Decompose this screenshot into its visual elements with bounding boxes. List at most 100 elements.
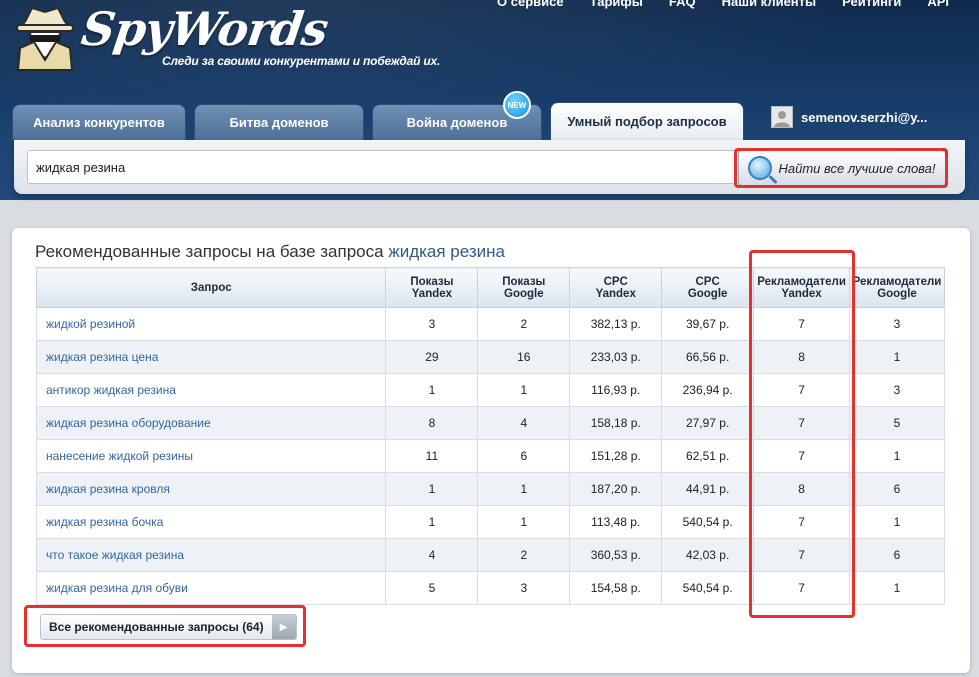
new-badge: NEW <box>503 91 531 119</box>
table-row: что такое жидкая резина 4 2 360,53 р. 42,03 … <box>35 538 945 572</box>
cell-impressions-google: 1 <box>477 505 571 539</box>
nav-pricing[interactable]: Тарифы <box>590 0 643 9</box>
cell-cpc-google: 42,03 р. <box>661 538 755 572</box>
column-header-impressions-yandex[interactable]: Показы Yandex <box>385 267 479 308</box>
nav-clients[interactable]: Наши клиенты <box>722 0 817 9</box>
cell-impressions-google: 4 <box>477 406 571 440</box>
results-panel: Рекомендованные запросы на базе запроса … <box>12 228 970 673</box>
username: semenov.serzhi@y... <box>801 109 928 125</box>
cell-impressions-yandex: 1 <box>385 472 479 506</box>
column-header-cpc-google[interactable]: CPC Google <box>661 267 755 308</box>
tab-competitor-analysis[interactable]: Анализ конкурентов <box>12 104 186 140</box>
cell-advertisers-yandex: 7 <box>753 571 851 605</box>
table-row: жидкая резина цена 29 16 233,03 р. 66,56 р. 8… <box>35 340 945 374</box>
cell-query[interactable]: что такое жидкая резина <box>35 538 387 572</box>
table-header-row: Запрос Показы Yandex Показы Google CPC Yand… <box>35 267 945 308</box>
nav-faq[interactable]: FAQ <box>669 0 696 9</box>
cell-cpc-yandex: 360,53 р. <box>569 538 663 572</box>
tab-smart-query-selection[interactable]: Умный подбор запросов <box>550 102 744 140</box>
table-row: жидкая резина оборудование 8 4 158,18 р. 27,… <box>35 406 945 440</box>
cell-advertisers-google: 6 <box>849 538 945 572</box>
results-table: Запрос Показы Yandex Показы Google CPC Yand… <box>35 267 945 605</box>
cell-cpc-yandex: 382,13 р. <box>569 307 663 341</box>
cell-advertisers-google: 1 <box>849 505 945 539</box>
cell-advertisers-google: 3 <box>849 373 945 407</box>
cell-impressions-google: 2 <box>477 307 571 341</box>
tab-domain-war-label: Война доменов <box>406 115 508 130</box>
cell-advertisers-google: 1 <box>849 571 945 605</box>
spy-logo-icon[interactable] <box>14 4 76 72</box>
cell-cpc-yandex: 158,18 р. <box>569 406 663 440</box>
cell-advertisers-yandex: 7 <box>753 439 851 473</box>
cell-impressions-yandex: 3 <box>385 307 479 341</box>
cell-advertisers-yandex: 7 <box>753 307 851 341</box>
cell-impressions-yandex: 8 <box>385 406 479 440</box>
cell-advertisers-yandex: 7 <box>753 373 851 407</box>
nav-api[interactable]: API <box>927 0 949 9</box>
cell-cpc-google: 540,54 р. <box>661 505 755 539</box>
cell-query[interactable]: жидкая резина цена <box>35 340 387 374</box>
cell-advertisers-google: 3 <box>849 307 945 341</box>
results-title-query[interactable]: жидкая резина <box>388 242 505 261</box>
cell-cpc-google: 39,67 р. <box>661 307 755 341</box>
all-recommended-queries-label: Все рекомендованные запросы (64) <box>41 615 272 639</box>
cell-impressions-google: 2 <box>477 538 571 572</box>
cell-cpc-yandex: 187,20 р. <box>569 472 663 506</box>
main-tabs: Анализ конкурентов Битва доменов Война д… <box>12 91 744 140</box>
cell-cpc-yandex: 154,58 р. <box>569 571 663 605</box>
tab-domain-war[interactable]: Война доменов NEW <box>372 91 542 140</box>
cell-advertisers-google: 5 <box>849 406 945 440</box>
cell-advertisers-yandex: 8 <box>753 472 851 506</box>
cell-cpc-google: 236,94 р. <box>661 373 755 407</box>
cell-cpc-yandex: 113,48 р. <box>569 505 663 539</box>
magnifier-icon <box>748 156 773 180</box>
cell-impressions-google: 3 <box>477 571 571 605</box>
table-row: антикор жидкая резина 1 1 116,93 р. 236,94 р… <box>35 373 945 407</box>
search-input[interactable] <box>27 150 739 184</box>
user-avatar-icon <box>771 106 793 128</box>
cell-cpc-google: 44,91 р. <box>661 472 755 506</box>
cell-impressions-google: 1 <box>477 373 571 407</box>
cell-advertisers-yandex: 8 <box>753 340 851 374</box>
table-row: жидкая резина для обуви 5 3 154,58 р. 540,54… <box>35 571 945 605</box>
column-header-impressions-google[interactable]: Показы Google <box>477 267 571 308</box>
cell-query[interactable]: жидкая резина оборудование <box>35 406 387 440</box>
cell-cpc-google: 66,56 р. <box>661 340 755 374</box>
tab-domain-battle[interactable]: Битва доменов <box>194 104 364 140</box>
column-header-advertisers-yandex[interactable]: Рекламодатели Yandex <box>753 267 851 308</box>
cell-query[interactable]: жидкая резина для обуви <box>35 571 387 605</box>
cell-cpc-google: 27,97 р. <box>661 406 755 440</box>
find-best-words-button[interactable]: Найти все лучшие слова! <box>738 150 946 186</box>
nav-ratings[interactable]: Рейтинги <box>842 0 901 9</box>
column-header-cpc-yandex[interactable]: CPC Yandex <box>569 267 663 308</box>
column-header-query[interactable]: Запрос <box>35 267 387 308</box>
cell-cpc-yandex: 233,03 р. <box>569 340 663 374</box>
cell-query[interactable]: жидкая резина кровля <box>35 472 387 506</box>
cell-impressions-google: 16 <box>477 340 571 374</box>
table-row: жидкая резина бочка 1 1 113,48 р. 540,54 р. 7… <box>35 505 945 539</box>
brand-logo-text[interactable]: SpyWords <box>78 2 331 56</box>
cell-advertisers-google: 6 <box>849 472 945 506</box>
brand-slogan: Следи за своими конкурентами и побеждай … <box>162 54 441 68</box>
all-recommended-queries-button[interactable]: Все рекомендованные запросы (64) ▶ <box>40 614 297 640</box>
table-row: жидкая резина кровля 1 1 187,20 р. 44,91 р. 8… <box>35 472 945 506</box>
cell-impressions-yandex: 11 <box>385 439 479 473</box>
arrow-right-icon: ▶ <box>271 615 296 639</box>
results-title: Рекомендованные запросы на базе запроса … <box>35 242 505 262</box>
cell-impressions-yandex: 29 <box>385 340 479 374</box>
user-profile[interactable]: semenov.serzhi@y... <box>771 106 927 128</box>
top-navigation: О сервисе Тарифы FAQ Наши клиенты Рейтин… <box>497 0 949 9</box>
column-header-advertisers-google[interactable]: Рекламодатели Google <box>849 267 945 308</box>
cell-query[interactable]: жидкая резина бочка <box>35 505 387 539</box>
find-best-words-label: Найти все лучшие слова! <box>778 160 936 176</box>
cell-query[interactable]: антикор жидкая резина <box>35 373 387 407</box>
table-row: нанесение жидкой резины 11 6 151,28 р. 62,51… <box>35 439 945 473</box>
cell-query[interactable]: нанесение жидкой резины <box>35 439 387 473</box>
search-bar: Найти все лучшие слова! <box>14 140 965 194</box>
cell-impressions-yandex: 5 <box>385 571 479 605</box>
cell-advertisers-google: 1 <box>849 439 945 473</box>
cell-impressions-google: 1 <box>477 472 571 506</box>
nav-about[interactable]: О сервисе <box>497 0 564 9</box>
cell-advertisers-yandex: 7 <box>753 505 851 539</box>
cell-query[interactable]: жидкой резиной <box>35 307 387 341</box>
